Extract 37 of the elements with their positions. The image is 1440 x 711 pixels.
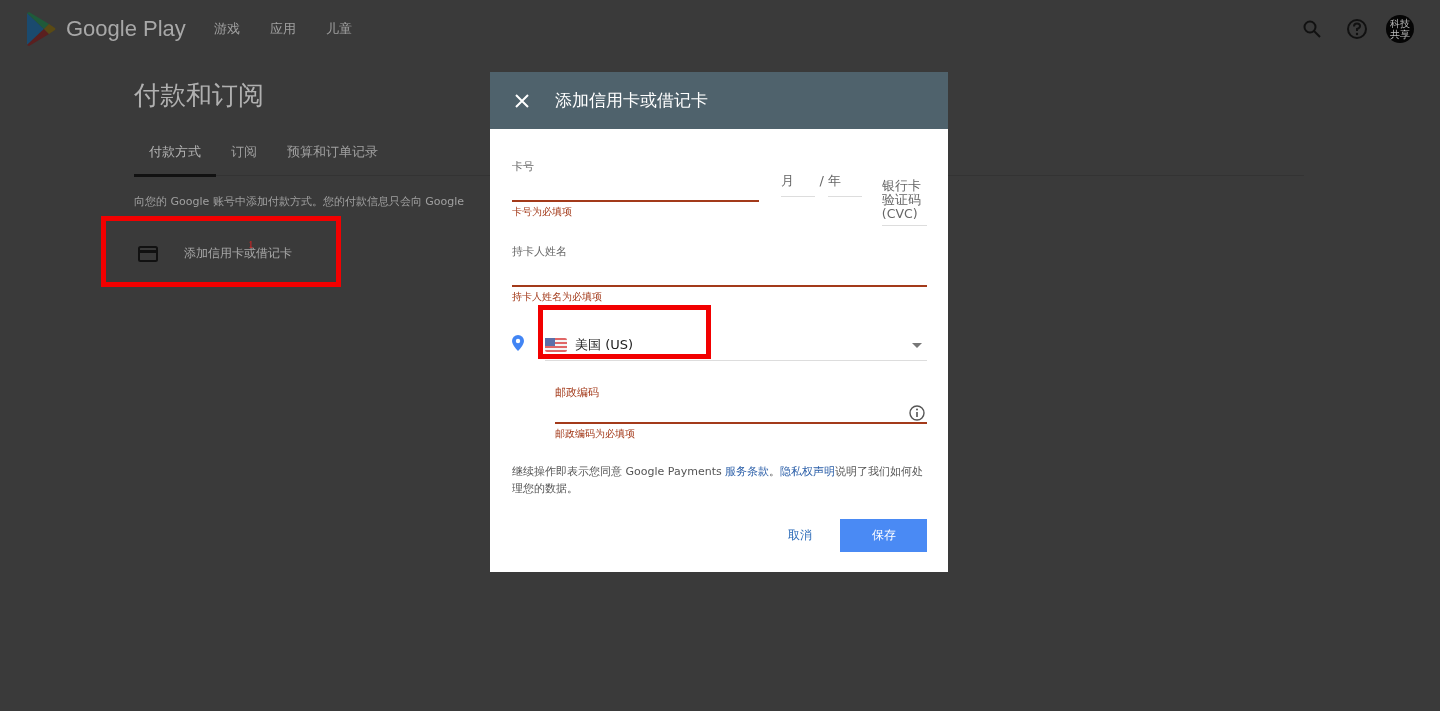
country-select[interactable]: 美国 (US)	[545, 324, 927, 361]
close-icon[interactable]	[515, 93, 529, 108]
tab[interactable]: 预算和订单记录	[272, 137, 393, 177]
error-message: 邮政编码为必填项	[555, 427, 636, 441]
credit-card-icon	[138, 245, 158, 262]
brand-name[interactable]: Google Play	[66, 16, 186, 42]
terms-link[interactable]: 服务条款	[725, 465, 770, 478]
field-label: 邮政编码	[555, 385, 600, 400]
error-message: 持卡人姓名为必填项	[512, 290, 603, 304]
terms-text: 继续操作即表示您同意 Google Payments 服务条款。隐私权声明说明了我们如何处理您的数据。	[512, 464, 925, 497]
avatar[interactable]: 科技共享	[1386, 15, 1414, 43]
postal-code-field[interactable]	[555, 404, 927, 424]
tab[interactable]: 付款方式	[134, 137, 216, 177]
dropdown-arrow-icon	[912, 342, 922, 348]
nav-link[interactable]: 儿童	[325, 20, 352, 38]
error-message: 卡号为必填项	[512, 205, 573, 219]
dialog-title: 添加信用卡或借记卡	[555, 89, 708, 112]
info-icon[interactable]	[909, 405, 925, 421]
help-icon[interactable]	[1346, 18, 1368, 40]
search-icon[interactable]	[1302, 19, 1322, 39]
nav-link[interactable]: 应用	[269, 20, 296, 38]
cancel-button[interactable]: 取消	[778, 519, 822, 552]
description-text: 向您的 Google 账号中添加付款方式。您的付款信息只会向 Google	[134, 194, 465, 209]
cvc-field[interactable]: 银行卡验证码(CVC)	[881, 179, 927, 226]
save-button[interactable]: 保存	[840, 519, 927, 552]
tab[interactable]: 订阅	[216, 137, 272, 177]
location-pin-icon	[512, 334, 524, 351]
page-title: 付款和订阅	[134, 79, 264, 112]
field-label: 卡号	[512, 159, 535, 174]
year-field[interactable]: 年	[827, 173, 862, 197]
play-logo-icon[interactable]	[26, 12, 56, 46]
field-label: 持卡人姓名	[512, 244, 568, 259]
month-field[interactable]: 月	[781, 173, 816, 197]
privacy-link[interactable]: 隐私权声明	[780, 465, 836, 478]
flag-icon	[545, 338, 567, 352]
nav-link[interactable]: 游戏	[213, 20, 240, 38]
date-separator: /	[819, 173, 824, 188]
